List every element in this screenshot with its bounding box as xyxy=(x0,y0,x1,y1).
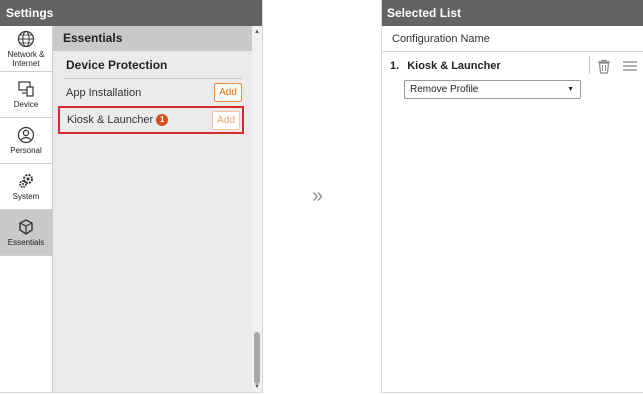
scroll-up-icon[interactable]: ▲ xyxy=(254,29,260,35)
selected-list-panel: Selected List Configuration Name 1. Kiosk… xyxy=(381,0,643,393)
item-label: Kiosk & Launcher xyxy=(67,113,154,126)
item-number: 1. xyxy=(390,60,400,72)
nav-personal[interactable]: Personal xyxy=(0,118,52,164)
profile-action-select[interactable]: Remove Profile ▼ xyxy=(404,80,581,99)
subsection-title: Device Protection xyxy=(63,51,242,79)
double-chevron-right-icon: » xyxy=(312,185,323,207)
settings-panel: Settings Network & Internet Device Perso… xyxy=(0,0,263,393)
selected-list-header: Selected List xyxy=(382,0,643,26)
nav-label: Network & Internet xyxy=(7,49,45,68)
gears-icon xyxy=(19,174,33,188)
add-button[interactable]: Add xyxy=(212,110,240,130)
nav-network-internet[interactable]: Network & Internet xyxy=(0,26,52,72)
scrollbar[interactable]: ▲ ▼ xyxy=(252,26,262,392)
nav-label: Device xyxy=(13,100,39,109)
globe-icon xyxy=(17,30,35,47)
item-label-wrap: Kiosk & Launcher 1 xyxy=(67,113,169,127)
person-icon xyxy=(17,126,35,144)
nav-essentials[interactable]: Essentials xyxy=(0,210,52,256)
cube-icon xyxy=(19,219,33,235)
nav-device[interactable]: Device xyxy=(0,72,52,118)
essentials-content: Essentials Device Protection App Install… xyxy=(53,26,252,392)
nav-label: Essentials xyxy=(7,238,45,247)
list-item-highlighted: Kiosk & Launcher 1 Add xyxy=(58,106,244,134)
item-label: App Installation xyxy=(66,86,142,99)
drag-handle-icon[interactable] xyxy=(623,61,637,71)
nav-label: System xyxy=(12,192,40,201)
divider xyxy=(589,56,590,74)
caret-down-icon: ▼ xyxy=(567,86,574,93)
settings-header: Settings xyxy=(0,0,262,26)
nav-system[interactable]: System xyxy=(0,164,52,210)
column-header: Configuration Name xyxy=(382,26,643,52)
device-icon xyxy=(18,81,34,97)
scroll-down-icon[interactable]: ▼ xyxy=(254,384,260,390)
step-badge: 1 xyxy=(156,114,169,127)
trash-icon[interactable] xyxy=(597,59,611,74)
selected-item-title: 1. Kiosk & Launcher xyxy=(390,60,501,72)
category-nav: Network & Internet Device Personal Syste… xyxy=(0,26,53,392)
item-name: Kiosk & Launcher xyxy=(407,60,501,72)
nav-label: Personal xyxy=(10,146,42,155)
scroll-thumb[interactable] xyxy=(254,332,260,384)
select-value: Remove Profile xyxy=(410,84,479,95)
add-button[interactable]: Add xyxy=(214,83,242,102)
section-title: Essentials xyxy=(53,26,252,51)
selected-item-row: 1. Kiosk & Launcher Remove Profile ▼ xyxy=(382,52,643,107)
list-item: App Installation Add xyxy=(63,79,242,106)
